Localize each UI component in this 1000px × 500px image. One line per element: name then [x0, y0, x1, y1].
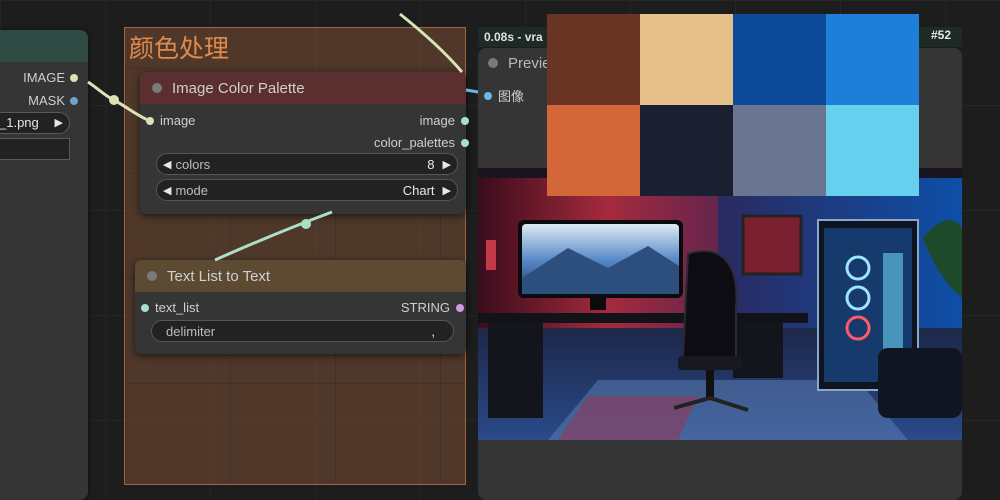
mode-value: Chart [402, 182, 435, 198]
palette-swatch-7 [733, 105, 826, 196]
preview-image[interactable] [478, 168, 962, 440]
delimiter-widget[interactable]: delimiter , [151, 320, 454, 342]
arrow-left-icon[interactable]: ◀ [163, 158, 171, 171]
image-color-palette-node[interactable]: Image Color Palette image image color_pa… [140, 72, 469, 214]
collapse-dot-icon[interactable] [152, 83, 162, 93]
load-image-node-header[interactable] [0, 30, 88, 62]
arrow-right-icon[interactable]: ▶ [55, 113, 63, 133]
output-mask-dot[interactable] [70, 96, 78, 105]
node-id-badge: #52 [931, 28, 952, 42]
output-mask-slot[interactable]: MASK [28, 93, 78, 108]
collapse-dot-icon[interactable] [147, 271, 157, 281]
palette-node-header[interactable]: Image Color Palette [140, 72, 466, 104]
output-string-dot[interactable] [456, 303, 464, 312]
input-images-slot[interactable]: 图像 [484, 86, 524, 105]
output-image-slot[interactable]: image [420, 113, 469, 128]
input-images-dot[interactable] [484, 91, 492, 100]
color-palette-chart [547, 14, 919, 196]
palette-swatch-6 [640, 105, 733, 196]
input-image-dot[interactable] [146, 116, 154, 125]
mode-widget[interactable]: ◀ mode Chart ▶ [156, 179, 458, 201]
mode-label: mode [175, 182, 208, 198]
output-image-dot[interactable] [461, 116, 469, 125]
output-string-label: STRING [400, 300, 450, 315]
palette-swatch-2 [640, 14, 733, 105]
output-image-label: IMAGE [23, 70, 65, 85]
textlist-node-header[interactable]: Text List to Text [135, 260, 466, 292]
arrow-left-icon[interactable]: ◀ [163, 184, 171, 197]
group-title[interactable]: 颜色处理 [129, 29, 229, 65]
output-color-palettes-dot[interactable] [461, 138, 469, 147]
input-text-list-dot[interactable] [141, 303, 149, 312]
output-color-palettes-slot[interactable]: color_palettes [374, 135, 469, 150]
input-text-list-slot[interactable]: text_list [141, 300, 199, 315]
palette-swatch-3 [733, 14, 826, 105]
output-string-slot[interactable]: STRING [401, 300, 464, 315]
input-image-label: image [160, 113, 196, 128]
delimiter-label: delimiter [166, 323, 216, 339]
output-mask-label: MASK [28, 93, 65, 108]
input-text-list-label: text_list [155, 300, 200, 315]
wire-reroute-dot [109, 95, 119, 105]
execution-time: 0.08s - vra [484, 30, 543, 44]
load-image-node[interactable]: IMAGE MASK _1.png ▶ [0, 30, 88, 500]
output-image-label: image [419, 113, 455, 128]
file-select[interactable]: _1.png ▶ [0, 112, 70, 134]
palette-swatch-4 [826, 14, 919, 105]
palette-swatch-1 [547, 14, 640, 105]
palette-swatch-8 [826, 105, 919, 196]
output-image-dot[interactable] [70, 73, 78, 82]
output-color-palettes-label: color_palettes [374, 135, 455, 150]
colors-value: 8 [427, 156, 435, 172]
gaming-room-image [478, 168, 962, 440]
collapse-dot-icon[interactable] [488, 58, 498, 68]
text-list-to-text-node[interactable]: Text List to Text text_list STRING delim… [135, 260, 466, 354]
file-select-value: _1.png [0, 115, 39, 130]
input-image-slot[interactable]: image [146, 113, 195, 128]
preview-node-title: Previe [508, 54, 551, 72]
arrow-right-icon[interactable]: ▶ [443, 184, 451, 197]
palette-swatch-5 [547, 105, 640, 196]
arrow-right-icon[interactable]: ▶ [443, 158, 451, 171]
colors-widget[interactable]: ◀ colors 8 ▶ [156, 153, 458, 175]
wire-preview [465, 88, 479, 94]
delimiter-value: , [431, 323, 435, 339]
input-images-label: 图像 [498, 89, 525, 104]
upload-field[interactable] [0, 138, 70, 160]
colors-label: colors [175, 156, 211, 172]
textlist-node-title: Text List to Text [167, 267, 271, 285]
output-image-slot[interactable]: IMAGE [23, 70, 78, 85]
palette-node-title: Image Color Palette [172, 79, 305, 97]
